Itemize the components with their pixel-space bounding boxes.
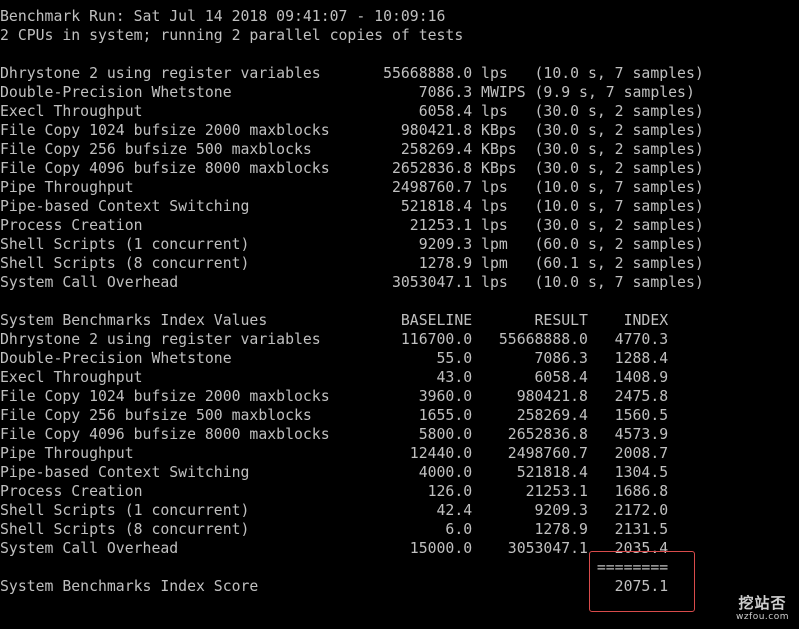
- result-line-syscall: System Call Overhead 3053047.1 lps (10.0…: [0, 274, 704, 291]
- terminal-output: Benchmark Run: Sat Jul 14 2018 09:41:07 …: [0, 7, 799, 629]
- index-line-shell-8: Shell Scripts (8 concurrent) 6.0 1278.9 …: [0, 521, 669, 538]
- result-line-dhrystone: Dhrystone 2 using register variables 556…: [0, 65, 704, 82]
- index-line-execl: Execl Throughput 43.0 6058.4 1408.9: [0, 369, 669, 386]
- result-line-file-copy-256: File Copy 256 bufsize 500 maxblocks 2582…: [0, 141, 704, 158]
- result-line-process-creation: Process Creation 21253.1 lps (30.0 s, 2 …: [0, 217, 704, 234]
- index-line-shell-1: Shell Scripts (1 concurrent) 42.4 9209.3…: [0, 502, 669, 519]
- result-line-shell-8: Shell Scripts (8 concurrent) 1278.9 lpm …: [0, 255, 704, 272]
- result-line-file-copy-1024: File Copy 1024 bufsize 2000 maxblocks 98…: [0, 122, 704, 139]
- site-watermark: 挖站否 wzfou.com: [736, 594, 789, 623]
- watermark-url: wzfou.com: [735, 612, 789, 622]
- watermark-title: 挖站否: [738, 594, 787, 612]
- terminal-line-run-header: Benchmark Run: Sat Jul 14 2018 09:41:07 …: [0, 8, 446, 25]
- index-line-file-copy-256: File Copy 256 bufsize 500 maxblocks 1655…: [0, 407, 669, 424]
- index-line-file-copy-4096: File Copy 4096 bufsize 8000 maxblocks 58…: [0, 426, 669, 443]
- index-line-context-switching: Pipe-based Context Switching 4000.0 5218…: [0, 464, 669, 481]
- index-line-pipe-throughput: Pipe Throughput 12440.0 2498760.7 2008.7: [0, 445, 669, 462]
- result-line-context-switching: Pipe-based Context Switching 521818.4 lp…: [0, 198, 704, 215]
- terminal-line-cpu-info: 2 CPUs in system; running 2 parallel cop…: [0, 27, 464, 44]
- result-line-pipe-throughput: Pipe Throughput 2498760.7 lps (10.0 s, 7…: [0, 179, 704, 196]
- index-line-dhrystone: Dhrystone 2 using register variables 116…: [0, 331, 669, 348]
- result-line-whetstone: Double-Precision Whetstone 7086.3 MWIPS …: [0, 84, 695, 101]
- index-line-whetstone: Double-Precision Whetstone 55.0 7086.3 1…: [0, 350, 669, 367]
- result-line-execl: Execl Throughput 6058.4 lps (30.0 s, 2 s…: [0, 103, 704, 120]
- index-header-line: System Benchmarks Index Values BASELINE …: [0, 312, 669, 329]
- index-line-file-copy-1024: File Copy 1024 bufsize 2000 maxblocks 39…: [0, 388, 669, 405]
- index-line-process-creation: Process Creation 126.0 21253.1 1686.8: [0, 483, 669, 500]
- result-line-shell-1: Shell Scripts (1 concurrent) 9209.3 lpm …: [0, 236, 704, 253]
- result-line-file-copy-4096: File Copy 4096 bufsize 8000 maxblocks 26…: [0, 160, 704, 177]
- score-highlight-box: [589, 551, 695, 612]
